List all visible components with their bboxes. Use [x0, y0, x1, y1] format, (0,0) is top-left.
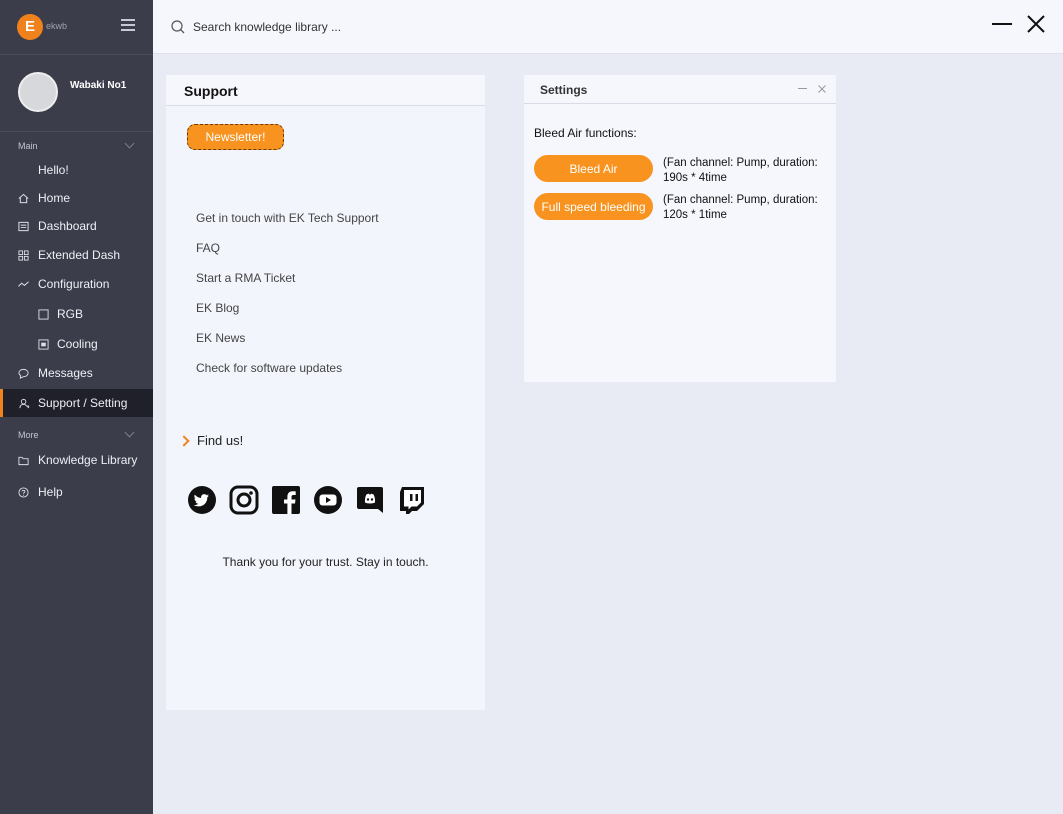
support-icon	[19, 398, 30, 408]
sidebar-item-cooling[interactable]: Cooling	[0, 330, 153, 358]
sidebar-item-rgb[interactable]: RGB	[0, 300, 153, 328]
user-profile: Wabaki No1	[0, 54, 153, 132]
link-tech-support[interactable]: Get in touch with EK Tech Support	[196, 211, 379, 225]
sidebar-item-help[interactable]: Help	[0, 478, 153, 506]
search-icon[interactable]	[170, 19, 186, 35]
instagram-icon[interactable]	[229, 485, 259, 515]
facebook-icon[interactable]	[271, 485, 301, 515]
find-us-label: Find us!	[197, 433, 244, 448]
sidebar-item-label: Support / Setting	[38, 396, 128, 410]
sidebar-item-home[interactable]: Home	[0, 184, 153, 212]
thanks-text: Thank you for your trust. Stay in touch.	[222, 555, 429, 569]
newsletter-button[interactable]: Newsletter!	[187, 124, 284, 150]
link-ek-blog[interactable]: EK Blog	[196, 301, 239, 315]
section-label-more: More	[18, 430, 39, 440]
full-speed-bleeding-button[interactable]: Full speed bleeding	[534, 193, 653, 220]
chart-line-icon	[18, 280, 29, 287]
user-name: Wabaki No1	[70, 80, 127, 91]
brand: E ekwb	[0, 0, 153, 54]
top-bar	[153, 0, 1063, 54]
link-rma-ticket[interactable]: Start a RMA Ticket	[196, 271, 295, 285]
home-icon	[18, 193, 29, 203]
support-header: Support	[166, 75, 485, 106]
bleed-air-functions-label: Bleed Air functions:	[534, 126, 637, 140]
support-panel: Support Newsletter! Get in touch with EK…	[166, 75, 485, 710]
sidebar-item-label: Knowledge Library	[38, 453, 138, 467]
support-title: Support	[184, 83, 238, 99]
help-icon	[18, 486, 29, 498]
find-us-section[interactable]: Find us!	[178, 433, 244, 448]
sidebar-item-label: Hello!	[38, 163, 69, 177]
bleed-air-description: (Fan channel: Pump, duration: 190s * 4ti…	[663, 157, 818, 184]
message-icon	[18, 368, 29, 379]
folder-icon	[18, 456, 29, 465]
discord-icon[interactable]	[355, 485, 385, 515]
ek-logo-icon: E	[17, 14, 43, 40]
logo-text: ekwb	[46, 21, 68, 31]
sidebar-item-extended-dash[interactable]: Extended Dash	[0, 241, 153, 269]
sidebar: E ekwb Wabaki No1 Main Hello! Home Dashb…	[0, 0, 153, 814]
settings-header: Settings	[524, 75, 836, 104]
image-icon	[38, 338, 49, 350]
link-faq[interactable]: FAQ	[196, 241, 220, 255]
avatar[interactable]	[18, 72, 58, 112]
grid-icon	[18, 249, 29, 261]
link-ek-news[interactable]: EK News	[196, 331, 245, 345]
minimize-icon[interactable]	[798, 88, 807, 89]
sidebar-item-messages[interactable]: Messages	[0, 359, 153, 387]
sidebar-item-dashboard[interactable]: Dashboard	[0, 212, 153, 240]
sidebar-item-label: Cooling	[57, 337, 98, 351]
menu-toggle-icon[interactable]	[121, 19, 135, 31]
settings-panel: Settings Bleed Air functions: Bleed Air …	[524, 75, 836, 382]
twitter-icon[interactable]	[187, 485, 217, 515]
search-input[interactable]	[193, 16, 593, 38]
sidebar-item-configuration[interactable]: Configuration	[0, 270, 153, 298]
close-icon[interactable]	[1025, 13, 1047, 35]
chevron-down-icon[interactable]	[124, 427, 135, 438]
twitch-icon[interactable]	[397, 485, 427, 515]
sidebar-item-support-setting[interactable]: Support / Setting	[0, 389, 153, 417]
sidebar-item-label: Dashboard	[38, 219, 97, 233]
section-label-main: Main	[18, 141, 38, 151]
sidebar-item-label: RGB	[57, 307, 84, 321]
youtube-icon[interactable]	[313, 485, 343, 515]
sidebar-item-label: Help	[38, 485, 63, 499]
settings-title: Settings	[540, 83, 588, 97]
chevron-right-icon	[178, 434, 190, 447]
sidebar-item-hello[interactable]: Hello!	[0, 156, 153, 184]
chevron-down-icon[interactable]	[124, 138, 135, 149]
full-speed-description: (Fan channel: Pump, duration: 120s * 1ti…	[663, 194, 818, 221]
sidebar-item-label: Configuration	[38, 277, 110, 291]
sidebar-item-label: Messages	[38, 366, 93, 380]
dashboard-icon	[18, 221, 29, 231]
sidebar-item-label: Home	[38, 191, 71, 205]
close-icon[interactable]	[817, 84, 827, 94]
sidebar-item-knowledge-library[interactable]: Knowledge Library	[0, 446, 153, 474]
bleed-air-button[interactable]: Bleed Air	[534, 155, 653, 182]
minimize-icon[interactable]	[991, 14, 1013, 34]
square-icon	[38, 308, 49, 320]
sidebar-item-label: Extended Dash	[38, 248, 121, 262]
link-software-updates[interactable]: Check for software updates	[196, 361, 342, 375]
